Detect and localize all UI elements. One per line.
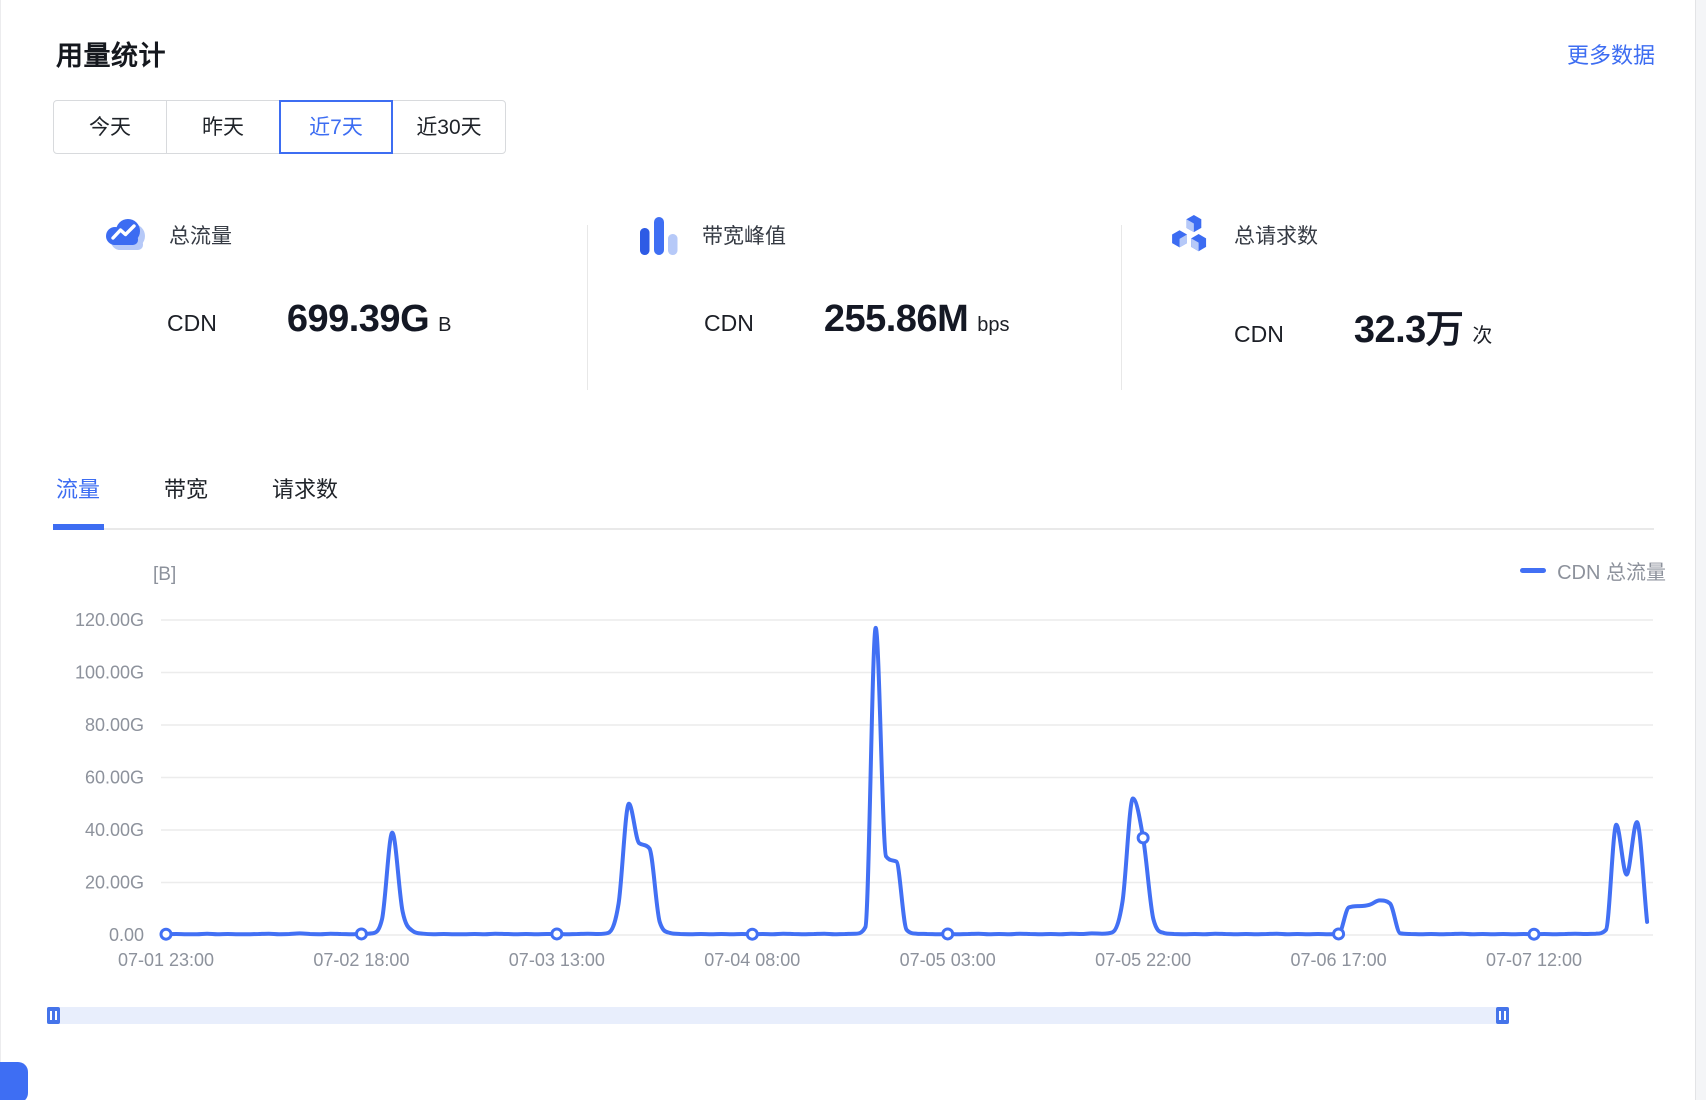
series-marker[interactable]	[1138, 833, 1148, 843]
y-tick-label: 80.00G	[85, 715, 144, 735]
y-tick-label: 60.00G	[85, 768, 144, 788]
usage-statistics-card: 用量统计 更多数据 今天 昨天 近7天 近30天	[0, 0, 1696, 1100]
floating-widget[interactable]	[0, 1062, 28, 1100]
usage-line-chart[interactable]: 0.00 20.00G 40.00G 60.00G 80.00G 100.00G 120.0…	[1, 0, 1706, 1100]
y-tick-label: 100.00G	[75, 663, 144, 683]
series-marker[interactable]	[747, 929, 757, 939]
x-tick-label: 07-07 12:00	[1486, 950, 1582, 970]
datazoom-right-handle[interactable]	[1496, 1007, 1509, 1024]
y-tick-label: 0.00	[109, 925, 144, 945]
x-tick-label: 07-02 18:00	[313, 950, 409, 970]
x-tick-label: 07-04 08:00	[704, 950, 800, 970]
series-marker[interactable]	[161, 929, 171, 939]
datazoom-left-handle[interactable]	[47, 1007, 60, 1024]
series-marker[interactable]	[943, 929, 953, 939]
range-tab-last7days[interactable]: 近7天	[279, 100, 393, 154]
series-line-cdn-total-traffic	[166, 628, 1647, 934]
screen: 用量统计 更多数据 今天 昨天 近7天 近30天	[0, 0, 1706, 1100]
x-tick-label: 07-05 03:00	[900, 950, 996, 970]
y-tick-label: 20.00G	[85, 873, 144, 893]
datazoom-track[interactable]	[47, 1007, 1509, 1024]
x-tick-label: 07-01 23:00	[118, 950, 214, 970]
series-marker[interactable]	[1529, 929, 1539, 939]
series-marker[interactable]	[1334, 929, 1344, 939]
x-tick-label: 07-06 17:00	[1291, 950, 1387, 970]
series-marker[interactable]	[552, 929, 562, 939]
y-tick-label: 40.00G	[85, 820, 144, 840]
series-marker[interactable]	[356, 929, 366, 939]
x-tick-label: 07-05 22:00	[1095, 950, 1191, 970]
y-tick-label: 120.00G	[75, 610, 144, 630]
x-tick-label: 07-03 13:00	[509, 950, 605, 970]
